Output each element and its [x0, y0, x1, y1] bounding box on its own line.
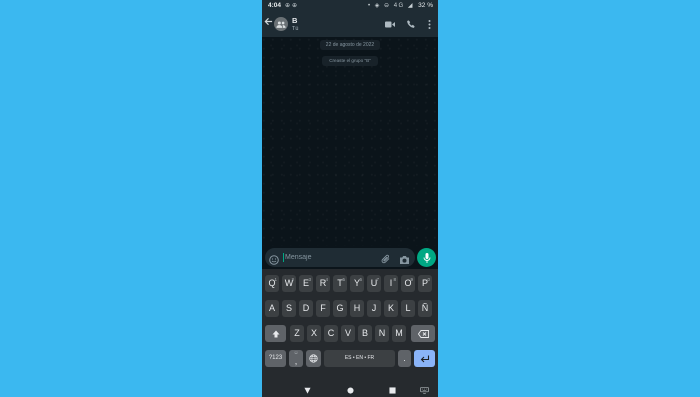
- chat-header[interactable]: B Tú: [262, 12, 438, 37]
- video-camera-icon[interactable]: [384, 19, 395, 29]
- microphone-button[interactable]: [417, 248, 436, 267]
- more-vertical-icon[interactable]: [424, 19, 435, 29]
- phone-icon[interactable]: [405, 19, 416, 29]
- navigation-bar: [262, 374, 438, 397]
- chat-subtitle: Tú: [292, 25, 299, 32]
- status-bar: 4:04 ⊕⊕ • ◈ ⊖ 4G ◢ 32 %: [262, 0, 438, 12]
- date-chip: 22 de agosto de 2022: [320, 40, 380, 50]
- key-a[interactable]: A: [265, 300, 279, 317]
- key-d[interactable]: D: [299, 300, 313, 317]
- enter-icon: [420, 355, 429, 363]
- arrow-left-icon[interactable]: [264, 17, 273, 29]
- chat-title[interactable]: B: [292, 16, 297, 25]
- text-cursor: [283, 253, 284, 262]
- camera-icon[interactable]: [399, 252, 410, 264]
- key-l[interactable]: L: [401, 300, 415, 317]
- battery-level: 32 %: [418, 2, 433, 9]
- key-m[interactable]: M: [392, 325, 406, 342]
- keyboard-icon[interactable]: [420, 381, 429, 397]
- phone-screen: 4:04 ⊕⊕ • ◈ ⊖ 4G ◢ 32 % B Tú 22 de agost…: [262, 0, 438, 397]
- group-icon: [276, 21, 286, 28]
- key-k[interactable]: K: [384, 300, 398, 317]
- key-o[interactable]: O9: [401, 275, 415, 292]
- key-y[interactable]: Y6: [350, 275, 364, 292]
- comma-key[interactable]: ☺ ,: [289, 350, 303, 367]
- key-n[interactable]: N: [375, 325, 389, 342]
- key-u[interactable]: U7: [367, 275, 381, 292]
- paperclip-icon[interactable]: [381, 252, 391, 264]
- status-time: 4:04: [268, 2, 282, 9]
- shift-icon: [272, 330, 279, 338]
- backspace-icon: [417, 329, 429, 338]
- key-s[interactable]: S: [282, 300, 296, 317]
- key-b[interactable]: B: [358, 325, 372, 342]
- triangle-back-icon[interactable]: [304, 381, 311, 397]
- globe-icon: [309, 354, 318, 363]
- key-v[interactable]: V: [341, 325, 355, 342]
- message-list[interactable]: 22 de agosto de 2022 Creaste el grupo "B…: [262, 37, 438, 246]
- message-composer: [265, 248, 415, 267]
- key-i[interactable]: I8: [384, 275, 398, 292]
- key-z[interactable]: Z: [290, 325, 304, 342]
- key-e[interactable]: E3: [299, 275, 313, 292]
- key-t[interactable]: T5: [333, 275, 347, 292]
- notification-icons: ⊕⊕: [285, 2, 300, 9]
- square-recents-icon[interactable]: [389, 381, 396, 397]
- group-avatar[interactable]: [274, 17, 288, 31]
- microphone-icon: [423, 252, 430, 263]
- circle-home-icon[interactable]: [347, 381, 354, 397]
- space-key[interactable]: ES • EN • FR: [324, 350, 395, 367]
- period-key[interactable]: .: [398, 350, 411, 367]
- key-h[interactable]: H: [350, 300, 364, 317]
- key-w[interactable]: W2: [282, 275, 296, 292]
- enter-key[interactable]: [414, 350, 435, 367]
- emoji-icon[interactable]: [269, 252, 279, 265]
- key-p[interactable]: P0: [418, 275, 432, 292]
- message-input[interactable]: [285, 250, 373, 265]
- system-icons: • ◈ ⊖ 4G ◢: [367, 2, 414, 9]
- key-q[interactable]: Q1: [265, 275, 279, 292]
- key-f[interactable]: F: [316, 300, 330, 317]
- key-g[interactable]: G: [333, 300, 347, 317]
- backspace-key[interactable]: [411, 325, 435, 342]
- symbols-key[interactable]: ?123: [265, 350, 286, 367]
- network-label: 4G: [393, 2, 405, 9]
- globe-key[interactable]: [306, 350, 321, 367]
- keyboard: Q1 W2 E3 R4 T5 Y6 U7 I8 O9 P0 A S D F G …: [262, 269, 438, 374]
- shift-key[interactable]: [265, 325, 286, 342]
- key-enye[interactable]: Ñ: [418, 300, 432, 317]
- system-message: Creaste el grupo "B": [322, 56, 378, 66]
- key-x[interactable]: X: [307, 325, 321, 342]
- key-j[interactable]: J: [367, 300, 381, 317]
- key-r[interactable]: R4: [316, 275, 330, 292]
- key-c[interactable]: C: [324, 325, 338, 342]
